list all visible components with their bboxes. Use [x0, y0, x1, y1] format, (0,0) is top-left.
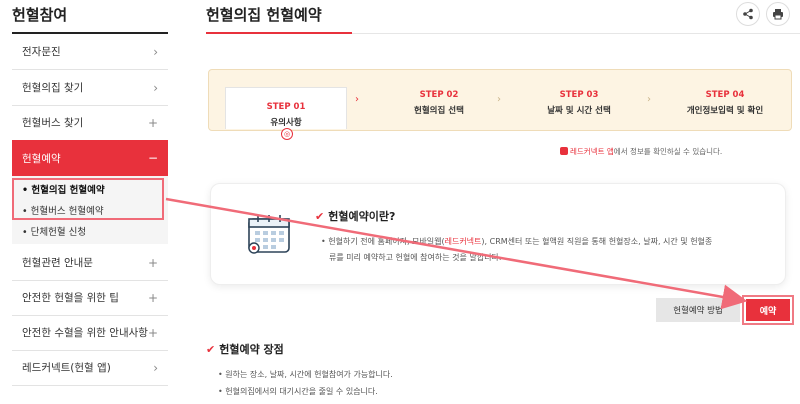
sidebar-item-donation-tips[interactable]: 안전한 헌혈을 위한 팁 +: [12, 280, 168, 316]
redconnect-link[interactable]: 레드커넥트: [445, 237, 482, 246]
submenu-highlight-box: [12, 178, 164, 220]
step-2: STEP 02 헌혈의집 선택: [379, 90, 499, 116]
sidebar: 헌혈참여 전자문진 › 헌혈의집 찾기 › 헌혈버스 찾기 + 헌혈예약 − •…: [0, 0, 168, 404]
share-button[interactable]: [736, 2, 760, 26]
sidebar-item-questionnaire[interactable]: 전자문진 ›: [12, 34, 168, 70]
page-title-underline: [206, 32, 352, 34]
step-4: STEP 04 개인정보입력 및 확인: [657, 90, 793, 116]
step-3: STEP 03 날짜 및 시간 선택: [509, 90, 649, 116]
chevron-right-icon: ›: [497, 94, 501, 105]
sidebar-item-label: 안전한 수혈을 위한 안내사항: [22, 327, 148, 339]
reserve-button-highlight: 예약: [742, 295, 794, 325]
info-box: ✔ 헌혈예약이란? • 헌혈하기 전에 홈페이지, 모바일웹(레드커넥트), CR…: [210, 183, 786, 285]
sidebar-item-find-bus[interactable]: 헌혈버스 찾기 +: [12, 105, 168, 141]
info-body-line2: 류를 미리 예약하고 헌혈에 참여하는 것을 말합니다.: [329, 253, 502, 262]
plus-icon: +: [147, 115, 158, 130]
sidebar-item-label: 헌혈예약: [22, 152, 61, 165]
sidebar-item-label: 헌혈의집 찾기: [22, 82, 84, 94]
sidebar-item-find-center[interactable]: 헌혈의집 찾기 ›: [12, 70, 168, 106]
plus-icon: +: [147, 325, 158, 340]
chevron-right-icon: ›: [153, 360, 158, 375]
sidebar-item-label: 헌혈관련 안내문: [22, 257, 93, 269]
sidebar-item-label: 헌혈버스 찾기: [22, 117, 84, 129]
step-label: STEP 04: [705, 90, 745, 100]
sidebar-item-label: 레드커넥트(헌혈 앱): [22, 362, 111, 374]
chevron-right-icon: ›: [153, 44, 158, 59]
submenu-item-group-application[interactable]: • 단체헌혈 신청: [22, 224, 86, 238]
step-label: STEP 02: [419, 90, 459, 100]
sidebar-item-transfusion-info[interactable]: 안전한 수혈을 위한 안내사항 +: [12, 315, 168, 351]
plus-icon: +: [147, 290, 158, 305]
app-note-text: 에서 정보를 확인하실 수 있습니다.: [613, 147, 723, 156]
step-name: 날짜 및 시간 선택: [547, 106, 611, 116]
check-icon: ✔: [206, 343, 216, 356]
share-icon: [743, 8, 753, 20]
header-divider: [352, 33, 800, 34]
sidebar-title: 헌혈참여: [12, 6, 68, 24]
reservation-steps: STEP 01 유의사항 › STEP 02 헌혈의집 선택 › STEP 03…: [208, 69, 792, 131]
page-title: 헌혈의집 헌혈예약: [206, 6, 322, 24]
app-note-highlight[interactable]: 레드커넥트 앱: [570, 147, 614, 156]
step-1: STEP 01 유의사항: [225, 87, 347, 129]
app-note: 레드커넥트 앱에서 정보를 확인하실 수 있습니다.: [560, 146, 722, 157]
advantage-item: • 헌혈의집에서의 대기시간을 줄일 수 있습니다.: [218, 387, 378, 396]
sidebar-item-redconnect-app[interactable]: 레드커넥트(헌혈 앱) ›: [12, 350, 168, 386]
check-icon: ✔: [315, 210, 325, 223]
reserve-button[interactable]: 예약: [746, 299, 790, 321]
chevron-right-icon: ›: [355, 94, 359, 105]
plus-icon: +: [147, 255, 158, 270]
sidebar-item-label: 안전한 헌혈을 위한 팁: [22, 292, 119, 304]
redconnect-app-icon: [560, 147, 568, 155]
print-button[interactable]: [766, 2, 790, 26]
info-title: ✔ 헌혈예약이란?: [315, 208, 395, 224]
calendar-icon: [248, 215, 290, 254]
advantages-title-text: 헌혈예약 장점: [219, 343, 284, 356]
print-icon: [773, 9, 783, 20]
step-name: 유의사항: [270, 118, 302, 128]
chevron-right-icon: ›: [647, 94, 651, 105]
info-body-post: ), CRM센터 또는 혈액원 직원을 통해 헌혈장소, 날짜, 시간 및 헌혈…: [481, 237, 713, 246]
minus-icon: −: [147, 151, 158, 165]
info-body: • 헌혈하기 전에 홈페이지, 모바일웹(레드커넥트), CRM센터 또는 혈액…: [321, 234, 761, 266]
sidebar-item-reservation[interactable]: 헌혈예약 −: [12, 140, 168, 176]
step-label: STEP 03: [559, 90, 599, 100]
info-title-text: 헌혈예약이란?: [328, 210, 396, 223]
advantages-title: ✔ 헌혈예약 장점: [206, 341, 284, 357]
advantage-item: • 원하는 장소, 날짜, 시간에 헌혈참여가 가능합니다.: [218, 370, 393, 379]
current-step-marker-icon: ◎: [281, 128, 293, 140]
step-label: STEP 01: [266, 102, 306, 112]
step-name: 헌혈의집 선택: [414, 106, 464, 116]
info-body-pre: • 헌혈하기 전에 홈페이지, 모바일웹(: [321, 237, 445, 246]
step-name: 개인정보입력 및 확인: [686, 106, 764, 116]
sidebar-item-notices[interactable]: 헌혈관련 안내문 +: [12, 245, 168, 281]
sidebar-item-label: 전자문진: [22, 46, 61, 58]
chevron-right-icon: ›: [153, 80, 158, 95]
reservation-method-button[interactable]: 헌혈예약 방법: [656, 298, 740, 322]
